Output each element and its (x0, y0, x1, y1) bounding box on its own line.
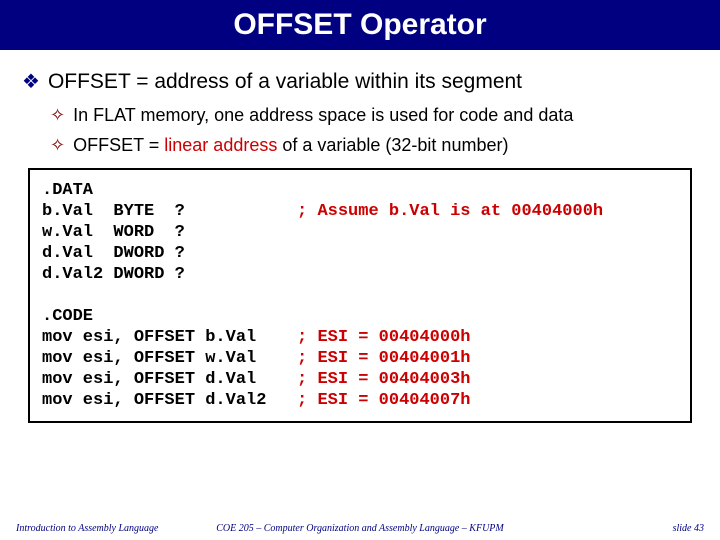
footer-center: COE 205 – Computer Organization and Asse… (0, 523, 720, 534)
code-line: mov esi, OFFSET b.Val (42, 328, 297, 347)
code-block: .DATA b.Val BYTE ? ; Assume b.Val is at … (42, 180, 678, 411)
code-line: mov esi, OFFSET d.Val (42, 370, 297, 389)
bullet2a-text: In FLAT memory, one address space is use… (73, 104, 573, 126)
code-line: b.Val BYTE ? (42, 202, 297, 221)
bullet2b-pre: OFFSET = (73, 135, 164, 155)
bullet2b-highlight: linear address (164, 135, 277, 155)
code-frame: .DATA b.Val BYTE ? ; Assume b.Val is at … (28, 168, 692, 423)
code-comment: ; ESI = 00404000h (297, 328, 470, 347)
code-line: .DATA (42, 181, 93, 200)
bullet2b-post: of a variable (32-bit number) (277, 135, 508, 155)
bullet2b-text: OFFSET = linear address of a variable (3… (73, 134, 508, 156)
title-band: OFFSET Operator (0, 0, 720, 50)
code-line: w.Val WORD ? (42, 223, 185, 242)
diamond-subbullet-icon: ✧ (50, 104, 65, 126)
slide-title: OFFSET Operator (233, 8, 486, 42)
slide-footer: Introduction to Assembly Language COE 20… (0, 514, 720, 534)
code-line: d.Val DWORD ? (42, 244, 185, 263)
code-comment: ; ESI = 00404001h (297, 349, 470, 368)
code-gap (42, 286, 52, 305)
code-line: mov esi, OFFSET w.Val (42, 349, 297, 368)
slide-body: ❖ OFFSET = address of a variable within … (0, 50, 720, 423)
diamond-bullet-icon: ❖ (22, 70, 40, 94)
code-line: mov esi, OFFSET d.Val2 (42, 391, 297, 410)
code-line: .CODE (42, 307, 93, 326)
code-comment: ; ESI = 00404003h (297, 370, 470, 389)
bullet-level2: ✧ In FLAT memory, one address space is u… (50, 104, 698, 126)
bullet-level2: ✧ OFFSET = linear address of a variable … (50, 134, 698, 156)
bullet1-text: OFFSET = address of a variable within it… (48, 70, 522, 94)
bullet-level1: ❖ OFFSET = address of a variable within … (22, 70, 698, 94)
slide: OFFSET Operator ❖ OFFSET = address of a … (0, 0, 720, 540)
diamond-subbullet-icon: ✧ (50, 134, 65, 156)
footer-right: slide 43 (673, 523, 704, 534)
code-comment: ; ESI = 00404007h (297, 391, 470, 410)
code-comment: ; Assume b.Val is at 00404000h (297, 202, 603, 221)
code-line: d.Val2 DWORD ? (42, 265, 185, 284)
